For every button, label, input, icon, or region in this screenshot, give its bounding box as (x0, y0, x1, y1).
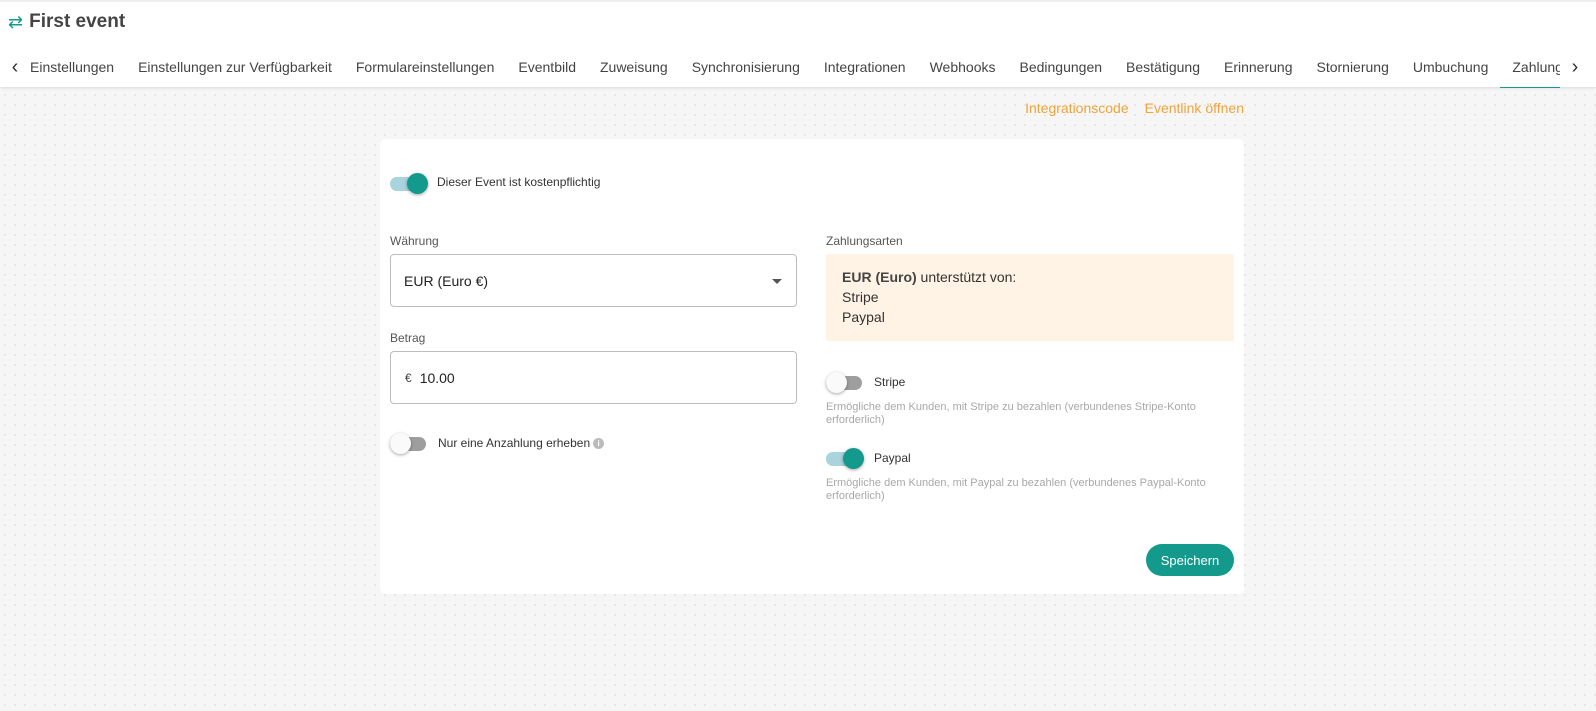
deposit-label-text: Nur eine Anzahlung erheben (438, 436, 591, 450)
notice-heading: EUR (Euro) unterstützt von: (842, 267, 1218, 287)
tabs-scroll-right-icon[interactable]: › (1560, 46, 1590, 88)
paid-event-toggle[interactable] (390, 171, 428, 194)
paypal-hint: Ermögliche dem Kunden, mit Paypal zu bez… (826, 477, 1206, 502)
tab-zahlung[interactable]: Zahlung (1500, 46, 1560, 88)
paypal-label: Paypal (874, 451, 911, 465)
tabs-scroll-left-icon[interactable]: ‹ (0, 46, 30, 88)
tab-zuweisung[interactable]: Zuweisung (588, 46, 680, 88)
integration-code-link[interactable]: Integrationscode (1025, 100, 1129, 116)
toggle-knob (843, 448, 864, 469)
tab-einstellungen[interactable]: Einstellungen (30, 46, 126, 88)
tab-erinnerung[interactable]: Erinnerung (1212, 46, 1305, 88)
title-row: ⇄ First event (8, 11, 125, 33)
save-button[interactable]: Speichern (1146, 544, 1234, 576)
amount-value: 10.00 (419, 369, 455, 386)
tab-integrationen[interactable]: Integrationen (812, 46, 918, 88)
notice-provider-paypal: Paypal (842, 309, 885, 325)
tabs-strip: Einstellungen Einstellungen zur Verfügbar… (30, 46, 1560, 88)
tab-webhooks[interactable]: Webhooks (918, 46, 1008, 88)
euro-prefix: € (405, 370, 412, 385)
notice-suffix: unterstützt von: (916, 269, 1017, 285)
amount-input[interactable]: € 10.00 (390, 351, 797, 404)
tab-umbuchung[interactable]: Umbuchung (1401, 46, 1501, 88)
stripe-hint: Ermögliche dem Kunden, mit Stripe zu bez… (826, 401, 1196, 426)
tabs-row: ‹ Einstellungen Einstellungen zur Verfügb… (0, 46, 1596, 88)
currency-value: EUR (Euro €) (404, 272, 489, 289)
stripe-toggle[interactable] (826, 370, 864, 393)
notice-currency: EUR (Euro) (842, 269, 917, 285)
tab-formulareinstellungen[interactable]: Formulareinstellungen (344, 46, 507, 88)
currency-select[interactable]: EUR (Euro €) (390, 254, 797, 307)
toggle-knob (390, 433, 411, 454)
toggle-knob (407, 173, 428, 194)
info-icon[interactable]: i (593, 438, 605, 450)
currency-label: Währung (390, 234, 439, 248)
paypal-toggle[interactable] (826, 446, 864, 469)
tabs-viewport: Einstellungen Einstellungen zur Verfügbar… (30, 46, 1560, 88)
amount-label: Betrag (390, 331, 426, 345)
tab-bestätigung[interactable]: Bestätigung (1114, 46, 1212, 88)
paid-event-label: Dieser Event ist kostenpflichtig (437, 175, 601, 189)
deposit-label: Nur eine Anzahlung erheben i (438, 436, 605, 450)
tab-eventbild[interactable]: Eventbild (506, 46, 588, 88)
notice-provider-stripe: Stripe (842, 289, 879, 305)
payment-methods-label: Zahlungsarten (826, 234, 903, 248)
tab-stornierung[interactable]: Stornierung (1304, 46, 1400, 88)
header-links: Integrationscode Eventlink öffnen (1025, 100, 1244, 116)
tab-bedingungen[interactable]: Bedingungen (1008, 46, 1115, 88)
toggle-knob (826, 372, 847, 393)
stripe-label: Stripe (874, 375, 906, 389)
open-event-link[interactable]: Eventlink öffnen (1145, 100, 1244, 116)
chevron-down-icon (772, 279, 782, 284)
tab-synchronisierung[interactable]: Synchronisierung (680, 46, 812, 88)
supported-providers-notice: EUR (Euro) unterstützt von: Stripe Paypa… (826, 254, 1234, 341)
tab-einstellungen-zur-verfügbarkeit[interactable]: Einstellungen zur Verfügbarkeit (126, 46, 344, 88)
payment-card: Dieser Event ist kostenpflichtig Währung… (380, 139, 1244, 594)
deposit-toggle[interactable] (390, 431, 428, 454)
page-title: First event (29, 11, 126, 32)
top-bar: ⇄ First event ‹ Einstellungen Einstellung… (0, 0, 1596, 88)
swap-arrows-icon[interactable]: ⇄ (8, 11, 23, 33)
